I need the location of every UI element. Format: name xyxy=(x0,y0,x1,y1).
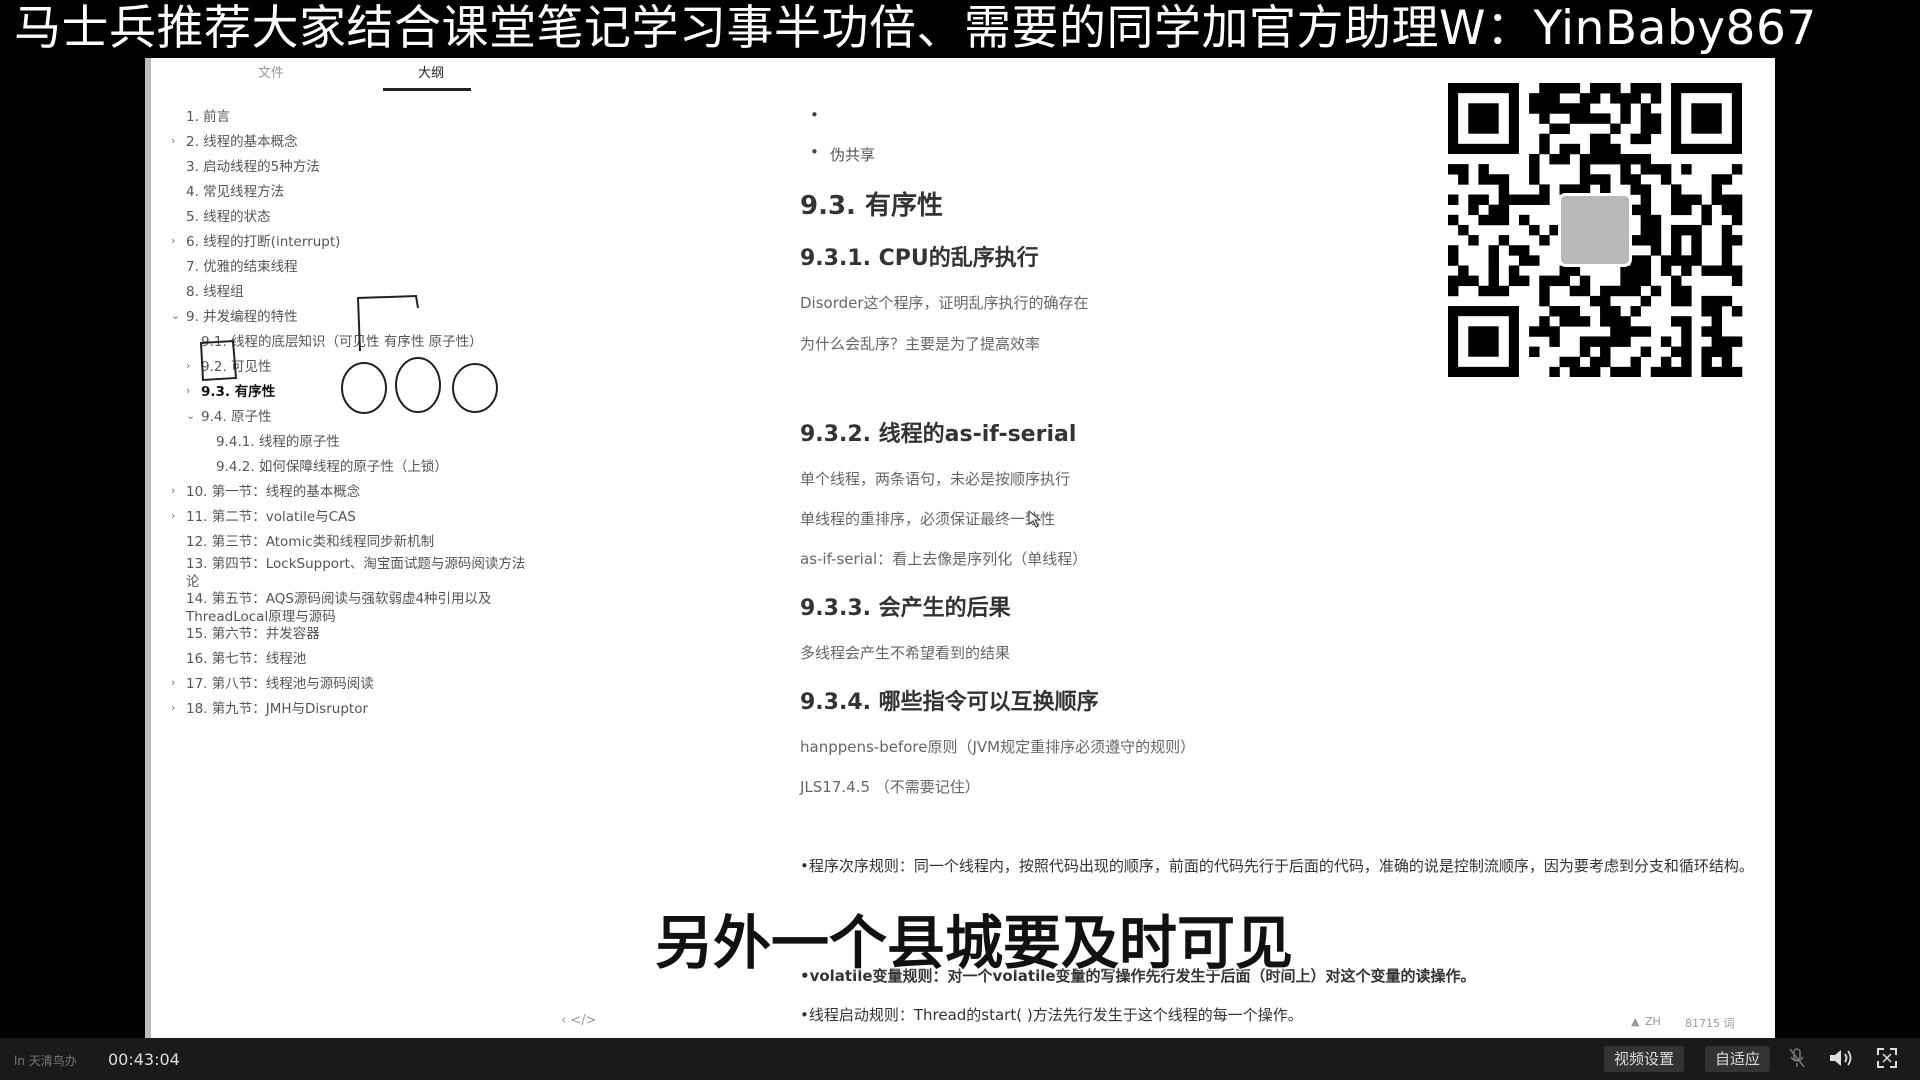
outline-item[interactable]: 1. 前言 xyxy=(186,108,230,126)
heading-ordering: 9.3. 有序性 xyxy=(800,191,943,221)
heading-result: 9.3.3. 会产生的后果 xyxy=(800,596,1011,621)
outline-expand-arrow-icon[interactable]: › xyxy=(186,359,190,372)
sidebar-tabs: 文件 大纲 xyxy=(151,58,711,94)
tab-outline[interactable]: 大纲 xyxy=(371,62,491,91)
source-toggle-nav[interactable]: ‹ </> xyxy=(561,1013,597,1028)
outline-expand-arrow-icon[interactable]: › xyxy=(171,484,175,497)
outline-sidebar: 文件 大纲 1. 前言 › 2. 线程的基本概念 3. 启动线程的5种方法 4. 常见线… xyxy=(151,58,711,1038)
outline-item[interactable]: 8. 线程组 xyxy=(186,283,244,301)
bullet-false-sharing: 伪共享 xyxy=(830,146,876,164)
paragraph-happens-before: hanppens-before原则（JVM规定重排序必须遵守的规则） xyxy=(800,738,1196,756)
outline-item[interactable]: 9.4.1. 线程的原子性 xyxy=(216,433,340,451)
outline-item[interactable]: 9.1. 线程的底层知识（可见性 有序性 原子性） xyxy=(201,333,483,351)
warning-icon: ▲ xyxy=(1631,1015,1640,1028)
heading-as-if-serial: 9.3.2. 线程的as-if-serial xyxy=(800,422,1077,447)
video-settings-button[interactable]: 视频设置 xyxy=(1604,1046,1685,1072)
paragraph-as-if: as-if-serial：看上去像是序列化（单线程） xyxy=(800,550,1088,568)
language-indicator[interactable]: ZH xyxy=(1645,1015,1661,1028)
outline-item[interactable]: 9.2. 可见性 xyxy=(201,358,272,376)
heading-swap: 9.3.4. 哪些指令可以互换顺序 xyxy=(800,690,1099,715)
bullet-dot: • xyxy=(810,143,819,161)
outline-item[interactable]: 4. 常见线程方法 xyxy=(186,183,284,201)
outline-item[interactable]: 2. 线程的基本概念 xyxy=(186,133,298,151)
promo-banner: 马士兵推荐大家结合课堂笔记学习事半功倍、需要的同学加官方助理W：YinBaby8… xyxy=(0,0,1920,58)
outline-item[interactable]: 10. 第一节：线程的基本概念 xyxy=(186,483,360,501)
outline-expand-arrow-icon[interactable]: › xyxy=(171,134,175,147)
outline-expand-arrow-icon[interactable]: › xyxy=(171,234,175,247)
playback-time: 00:43:04 xyxy=(108,1050,180,1069)
outline-expand-arrow-icon[interactable]: › xyxy=(171,676,175,689)
outline-expand-arrow-icon[interactable]: › xyxy=(186,384,190,397)
outline-item[interactable]: 6. 线程的打断(interrupt) xyxy=(186,233,340,251)
paragraph-single2: 单线程的重排序，必须保证最终一致性 xyxy=(800,510,1056,528)
outline-item[interactable]: 12. 第三节：Atomic类和线程同步新机制 xyxy=(186,533,434,551)
outline-item[interactable]: 11. 第二节：volatile与CAS xyxy=(186,508,356,526)
volume-icon[interactable] xyxy=(1828,1047,1854,1074)
outline-item[interactable]: 13. 第四节：LockSupport、淘宝面试题与源码阅读方法论 xyxy=(186,555,536,591)
video-subtitle: 另外一个县城要及时可见 xyxy=(654,908,1294,978)
outline-item[interactable]: 5. 线程的状态 xyxy=(186,208,271,226)
outline-item[interactable]: 16. 第七节：线程池 xyxy=(186,650,306,668)
qr-code-image xyxy=(1448,83,1744,377)
outline-expand-arrow-icon[interactable]: ⌄ xyxy=(171,309,180,322)
paragraph-program-order-rule: •程序次序规则：同一个线程内，按照代码出现的顺序，前面的代码先行于后面的代码，准… xyxy=(800,857,1754,875)
outline-item[interactable]: 14. 第五节：AQS源码阅读与强软弱虚4种引用以及ThreadLocal原理与… xyxy=(186,590,536,626)
outline-item[interactable]: 15. 第六节：并发容器 xyxy=(186,625,320,643)
video-player-bar: ln 天清鸟办 00:43:04 视频设置 自适应 xyxy=(0,1038,1920,1080)
outline-expand-arrow-icon[interactable]: › xyxy=(171,701,175,714)
outline-item[interactable]: 9.4. 原子性 xyxy=(201,408,272,426)
fullscreen-icon[interactable] xyxy=(1876,1047,1898,1074)
outline-item[interactable]: 9. 并发编程的特性 xyxy=(186,308,298,326)
outline-item[interactable]: 3. 启动线程的5种方法 xyxy=(186,158,320,176)
qr-avatar xyxy=(1558,193,1632,267)
outline-item[interactable]: 18. 第九节：JMH与Disruptor xyxy=(186,700,368,718)
outline-expand-arrow-icon[interactable]: › xyxy=(171,509,175,522)
player-left-label: ln 天清鸟办 xyxy=(14,1054,77,1068)
outline-item[interactable]: 9.3. 有序性 xyxy=(201,383,275,401)
fit-button[interactable]: 自适应 xyxy=(1705,1046,1771,1072)
paragraph-why: 为什么会乱序？主要是为了提高效率 xyxy=(800,335,1041,353)
empty-bullet: • xyxy=(810,106,819,124)
outline-item[interactable]: 17. 第八节：线程池与源码阅读 xyxy=(186,675,374,693)
mouse-cursor-icon xyxy=(1028,510,1042,528)
outline-expand-arrow-icon[interactable]: ⌄ xyxy=(186,409,195,422)
tab-file[interactable]: 文件 xyxy=(211,62,331,81)
word-count: 81715 词 xyxy=(1685,1017,1735,1030)
outline-item[interactable]: 7. 优雅的结束线程 xyxy=(186,258,298,276)
paragraph-single1: 单个线程，两条语句，未必是按顺序执行 xyxy=(800,470,1071,488)
paragraph-jls: JLS17.4.5 （不需要记住） xyxy=(800,778,980,796)
mic-icon[interactable] xyxy=(1788,1047,1806,1074)
outline-item[interactable]: 9.4.2. 如何保障线程的原子性（上锁） xyxy=(216,458,448,476)
paragraph-disorder: Disorder这个程序，证明乱序执行的确存在 xyxy=(800,294,1089,312)
paragraph-start-rule: •线程启动规则：Thread的start( )方法先行发生于这个线程的每一个操作… xyxy=(800,1006,1303,1024)
heading-cpu-disorder: 9.3.1. CPU的乱序执行 xyxy=(800,246,1039,271)
paragraph-result: 多线程会产生不希望看到的结果 xyxy=(800,644,1011,662)
